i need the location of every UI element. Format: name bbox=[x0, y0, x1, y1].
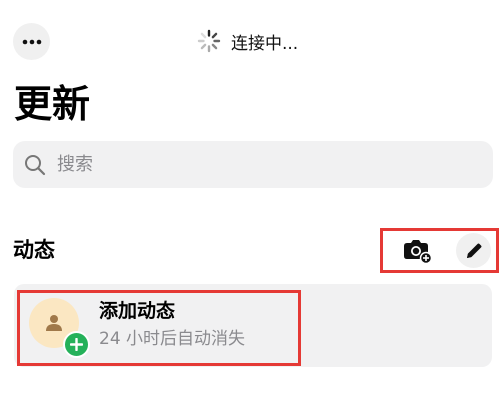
status-section-title: 动态 bbox=[13, 238, 55, 262]
updates-screen: 连接中... 更新 动态 bbox=[0, 0, 502, 405]
more-options-button[interactable] bbox=[13, 23, 50, 60]
connection-status: 连接中... bbox=[197, 29, 299, 54]
page-title: 更新 bbox=[14, 82, 91, 126]
camera-add-icon bbox=[403, 239, 432, 264]
pencil-icon bbox=[466, 243, 481, 258]
compose-text-status-button[interactable] bbox=[456, 233, 491, 268]
status-actions-highlight bbox=[380, 228, 499, 273]
search-bar[interactable] bbox=[13, 141, 493, 188]
add-status-highlight bbox=[17, 290, 301, 366]
camera-button[interactable] bbox=[400, 233, 435, 268]
ellipsis-icon bbox=[22, 39, 41, 44]
connection-status-text: 连接中... bbox=[231, 33, 299, 54]
search-input[interactable] bbox=[55, 153, 459, 176]
spinner-icon bbox=[197, 29, 221, 53]
search-icon bbox=[23, 153, 47, 177]
